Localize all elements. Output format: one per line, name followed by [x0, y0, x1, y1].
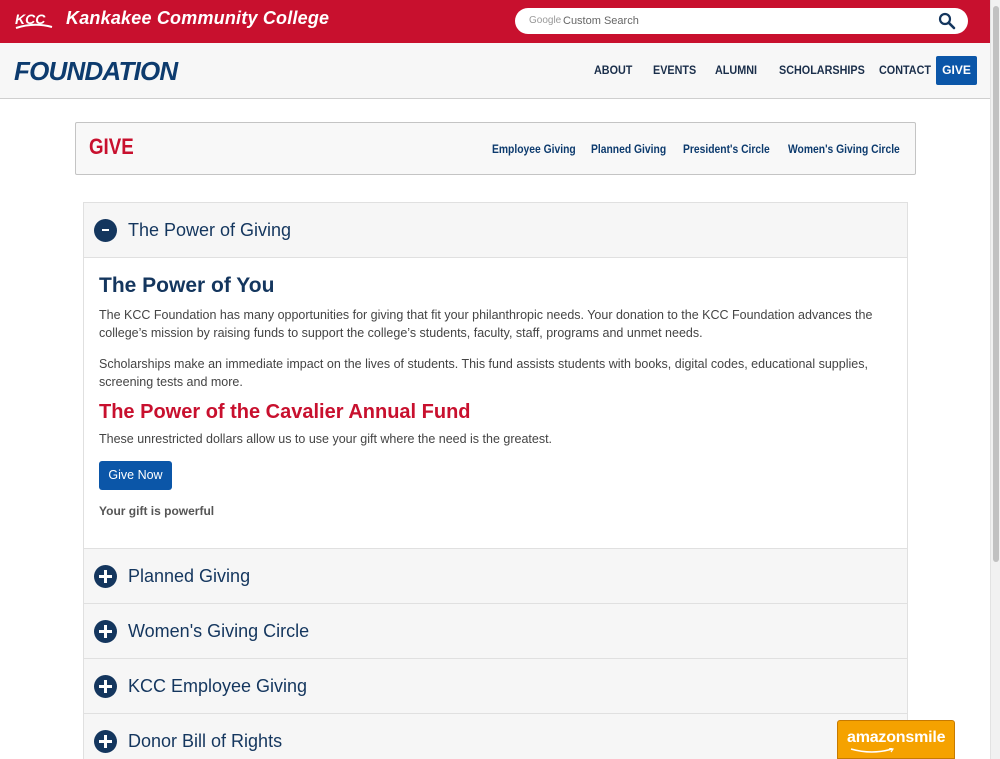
- subnav-employee-giving[interactable]: Employee Giving: [492, 142, 576, 156]
- accordion-title[interactable]: Planned Giving: [128, 566, 250, 587]
- subnav-presidents-circle[interactable]: President's Circle: [683, 142, 770, 156]
- accordion-header-kcc-employee-giving[interactable]: KCC Employee Giving: [84, 659, 907, 714]
- page-scrollbar[interactable]: [990, 0, 1000, 759]
- kcc-logo-icon[interactable]: KCC: [14, 10, 54, 32]
- college-name[interactable]: Kankakee Community College: [66, 8, 329, 29]
- plus-circle-icon[interactable]: [94, 620, 117, 643]
- nav-give-button[interactable]: GIVE: [936, 56, 977, 85]
- accordion-title[interactable]: KCC Employee Giving: [128, 676, 307, 697]
- give-subnav: GIVE Employee Giving Planned Giving Pres…: [75, 122, 916, 175]
- search-input[interactable]: [529, 8, 929, 34]
- giving-accordion: The Power of Giving The Power of You The…: [83, 202, 908, 759]
- accordion-header-donor-bill-of-rights[interactable]: Donor Bill of Rights: [84, 714, 907, 759]
- amazon-smile-button[interactable]: amazonsmile: [837, 720, 955, 759]
- main-navbar: FOUNDATION ABOUT EVENTS ALUMNI SCHOLARSH…: [0, 43, 990, 99]
- subnav-womens-giving-circle[interactable]: Women's Giving Circle: [788, 142, 900, 156]
- nav-alumni[interactable]: ALUMNI: [715, 63, 757, 77]
- plus-circle-icon[interactable]: [94, 730, 117, 753]
- accordion-title[interactable]: Women's Giving Circle: [128, 621, 309, 642]
- give-section-title: GIVE: [89, 134, 134, 159]
- subnav-planned-giving[interactable]: Planned Giving: [591, 142, 666, 156]
- plus-circle-icon[interactable]: [94, 565, 117, 588]
- foundation-brand[interactable]: FOUNDATION: [14, 56, 178, 87]
- search-icon[interactable]: [938, 12, 956, 30]
- annual-fund-paragraph: These unrestricted dollars allow us to u…: [99, 432, 553, 446]
- power-of-you-heading: The Power of You: [99, 274, 275, 297]
- annual-fund-heading: The Power of the Cavalier Annual Fund: [99, 401, 471, 423]
- amazon-smile-label[interactable]: amazonsmile: [847, 729, 945, 747]
- nav-events[interactable]: EVENTS: [653, 63, 696, 77]
- accordion-header-planned-giving[interactable]: Planned Giving: [84, 549, 907, 604]
- give-now-button[interactable]: Give Now: [99, 461, 172, 490]
- scroll-thumb[interactable]: [993, 6, 999, 562]
- nav-about[interactable]: ABOUT: [594, 63, 632, 77]
- minus-circle-icon[interactable]: [94, 219, 117, 242]
- intro-paragraph: The KCC Foundation has many opportunitie…: [99, 308, 873, 340]
- search-box[interactable]: Google: [515, 8, 968, 34]
- gift-powerful-text: Your gift is powerful: [99, 504, 215, 518]
- accordion-panel-power-of-giving: The Power of You The KCC Foundation has …: [84, 259, 907, 549]
- nav-scholarships[interactable]: SCHOLARSHIPS: [779, 63, 865, 77]
- accordion-header-womens-giving-circle[interactable]: Women's Giving Circle: [84, 604, 907, 659]
- top-header-bar: KCC Kankakee Community College Google: [0, 0, 990, 43]
- accordion-title[interactable]: The Power of Giving: [128, 220, 291, 241]
- amazon-smile-icon: [850, 748, 894, 753]
- accordion-title[interactable]: Donor Bill of Rights: [128, 731, 282, 752]
- nav-contact[interactable]: CONTACT: [879, 63, 931, 77]
- plus-circle-icon[interactable]: [94, 675, 117, 698]
- accordion-header-power-of-giving[interactable]: The Power of Giving: [84, 203, 907, 258]
- scholarships-paragraph: Scholarships make an immediate impact on…: [99, 357, 868, 389]
